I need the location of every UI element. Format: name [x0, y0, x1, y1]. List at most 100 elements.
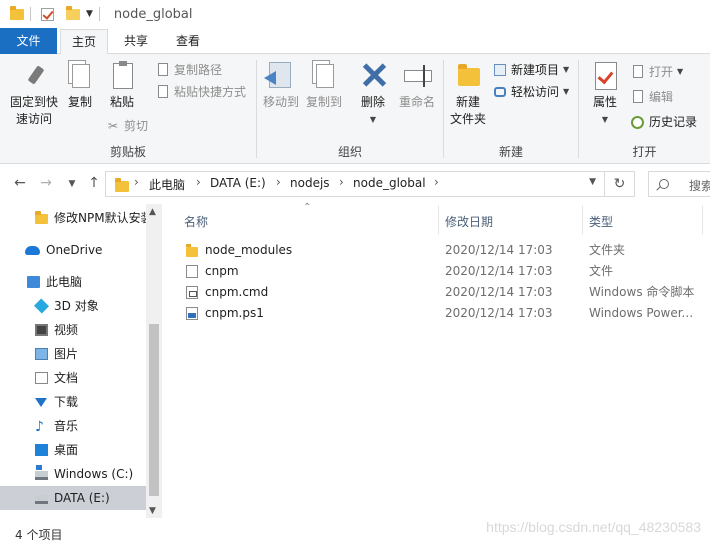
column-header: ⌃ 名称 修改日期 类型: [162, 202, 710, 236]
delete-label: 删除: [360, 95, 385, 109]
edit-label: 编辑: [649, 90, 674, 104]
easy-access-icon: [493, 85, 507, 99]
nav-item-documents[interactable]: 文档: [0, 366, 146, 390]
nav-item-onedrive[interactable]: OneDrive: [0, 238, 146, 262]
column-name[interactable]: 名称: [184, 213, 208, 230]
delete-x-icon: [357, 60, 389, 92]
nav-item-pictures[interactable]: 图片: [0, 342, 146, 366]
file-name: cnpm.cmd: [205, 285, 269, 299]
status-bar: 4 个项目 https://blog.csdn.net/qq_48230583: [0, 518, 710, 545]
breadcrumb-node-global[interactable]: node_global: [353, 176, 426, 190]
tab-view[interactable]: 查看: [168, 29, 208, 54]
nav-item-pinned-folder[interactable]: 修改NPM默认安装: [0, 206, 146, 230]
chevron-right-icon[interactable]: ›: [134, 175, 139, 189]
paste-shortcut-button[interactable]: 粘贴快捷方式: [156, 82, 246, 102]
back-arrow-icon[interactable]: ←: [10, 175, 30, 191]
copy-to-icon: [308, 60, 340, 92]
address-bar[interactable]: › 此电脑 › DATA (E:) › nodejs › node_global…: [105, 171, 605, 197]
forward-arrow-icon[interactable]: →: [36, 175, 56, 191]
easy-access-button[interactable]: 轻松访问 ▼: [493, 82, 569, 102]
cmd-script-icon: [186, 286, 198, 299]
nav-item-windows-drive[interactable]: Windows (C:): [0, 462, 146, 486]
tab-file[interactable]: 文件: [0, 28, 57, 54]
delete-dropdown-icon[interactable]: ▼: [355, 111, 391, 128]
organize-group-label: 组织: [337, 145, 362, 159]
nav-scrollbar[interactable]: ▲ ▼: [146, 204, 162, 518]
recent-locations-chevron-icon[interactable]: ▼: [62, 179, 82, 189]
chevron-right-icon[interactable]: ›: [339, 175, 344, 189]
nav-item-data-drive[interactable]: DATA (E:): [0, 486, 146, 510]
search-input[interactable]: 搜索: [648, 171, 710, 197]
file-row[interactable]: cnpm.ps1 2020/12/14 17:03 Windows Power.…: [162, 303, 710, 324]
history-label: 历史记录: [649, 115, 698, 129]
nav-item-videos[interactable]: 视频: [0, 318, 146, 342]
ribbon: 固定到快 速访问 复制 粘贴 复制路径 粘贴快捷方式 ✂ 剪切 剪贴板 移动到: [0, 54, 710, 164]
quick-access-toolbar: ▼: [0, 0, 106, 28]
nav-item-3d-objects[interactable]: 3D 对象: [0, 294, 146, 318]
delete-button[interactable]: 删除 ▼: [355, 60, 391, 128]
column-divider[interactable]: [702, 206, 703, 234]
cut-button[interactable]: ✂ 剪切: [106, 116, 148, 136]
sort-ascending-icon: ⌃: [303, 202, 312, 213]
nav-item-label: 3D 对象: [54, 299, 99, 313]
drive-icon: [35, 495, 48, 504]
column-date[interactable]: 修改日期: [445, 213, 493, 230]
new-group-label: 新建: [498, 145, 523, 159]
nav-item-downloads[interactable]: 下载: [0, 390, 146, 414]
breadcrumb-data-drive[interactable]: DATA (E:): [210, 176, 266, 190]
scroll-down-icon[interactable]: ▼: [149, 506, 156, 516]
file-type: Windows 命令脚本: [589, 285, 695, 299]
new-folder-quick-icon[interactable]: [66, 5, 80, 20]
copy-button[interactable]: 复制: [62, 60, 98, 111]
customize-toolbar-chevron-icon[interactable]: ▼: [86, 9, 93, 19]
properties-dropdown-icon[interactable]: ▼: [585, 111, 625, 128]
copy-path-button[interactable]: 复制路径: [156, 60, 222, 80]
history-button[interactable]: 历史记录: [631, 112, 697, 132]
tab-home[interactable]: 主页: [60, 29, 108, 55]
scrollbar-thumb[interactable]: [149, 324, 159, 496]
organize-group: 移动到 复制到 删除 ▼ 重命名 组织: [257, 54, 443, 164]
nav-item-music[interactable]: 音乐: [0, 414, 146, 438]
breadcrumb-this-pc[interactable]: 此电脑: [149, 176, 185, 193]
rename-button[interactable]: 重命名: [395, 60, 439, 111]
scroll-up-icon[interactable]: ▲: [149, 207, 156, 217]
file-row[interactable]: node_modules 2020/12/14 17:03 文件夹: [162, 240, 710, 261]
new-folder-button[interactable]: 新建 文件夹: [448, 60, 488, 128]
properties-button[interactable]: 属性 ▼: [585, 60, 625, 128]
nav-item-desktop[interactable]: 桌面: [0, 438, 146, 462]
column-divider[interactable]: [438, 206, 439, 234]
nav-item-label: 修改NPM默认安装: [54, 211, 146, 225]
pin-to-quick-access-button[interactable]: 固定到快 速访问: [6, 60, 62, 128]
new-folder-label-line2: 文件夹: [449, 112, 486, 126]
address-history-chevron-icon[interactable]: ▼: [589, 177, 596, 187]
edit-button[interactable]: 编辑: [631, 87, 673, 107]
file-type: 文件: [589, 264, 614, 278]
address-row: ← → ▼ ↑ › 此电脑 › DATA (E:) › nodejs › nod…: [0, 164, 710, 204]
easy-access-label: 轻松访问: [511, 85, 560, 99]
file-name: node_modules: [205, 243, 293, 257]
copy-to-button[interactable]: 复制到: [303, 60, 345, 111]
properties-quick-icon[interactable]: [41, 7, 54, 21]
tab-share[interactable]: 共享: [116, 29, 156, 54]
search-placeholder: 搜索: [689, 179, 710, 193]
chevron-right-icon[interactable]: ›: [276, 175, 281, 189]
nav-item-label: Windows (C:): [54, 467, 134, 481]
breadcrumb-nodejs[interactable]: nodejs: [290, 176, 330, 190]
column-divider[interactable]: [582, 206, 583, 234]
open-button[interactable]: 打开 ▼: [631, 62, 683, 82]
nav-item-this-pc[interactable]: 此电脑: [0, 270, 146, 294]
chevron-right-icon[interactable]: ›: [434, 175, 439, 189]
new-folder-icon: [452, 60, 484, 92]
up-arrow-icon[interactable]: ↑: [84, 175, 104, 191]
file-date: 2020/12/14 17:03: [445, 285, 553, 299]
folder-icon: [10, 5, 24, 20]
new-item-button[interactable]: 新建项目 ▼: [493, 60, 569, 80]
refresh-icon[interactable]: ↻: [605, 171, 635, 197]
column-type[interactable]: 类型: [589, 213, 613, 230]
move-to-button[interactable]: 移动到: [261, 60, 301, 111]
file-row[interactable]: cnpm.cmd 2020/12/14 17:03 Windows 命令脚本: [162, 282, 710, 303]
paste-button[interactable]: 粘贴: [104, 60, 140, 111]
file-row[interactable]: cnpm 2020/12/14 17:03 文件: [162, 261, 710, 282]
chevron-right-icon[interactable]: ›: [196, 175, 201, 189]
video-icon: [35, 324, 48, 336]
